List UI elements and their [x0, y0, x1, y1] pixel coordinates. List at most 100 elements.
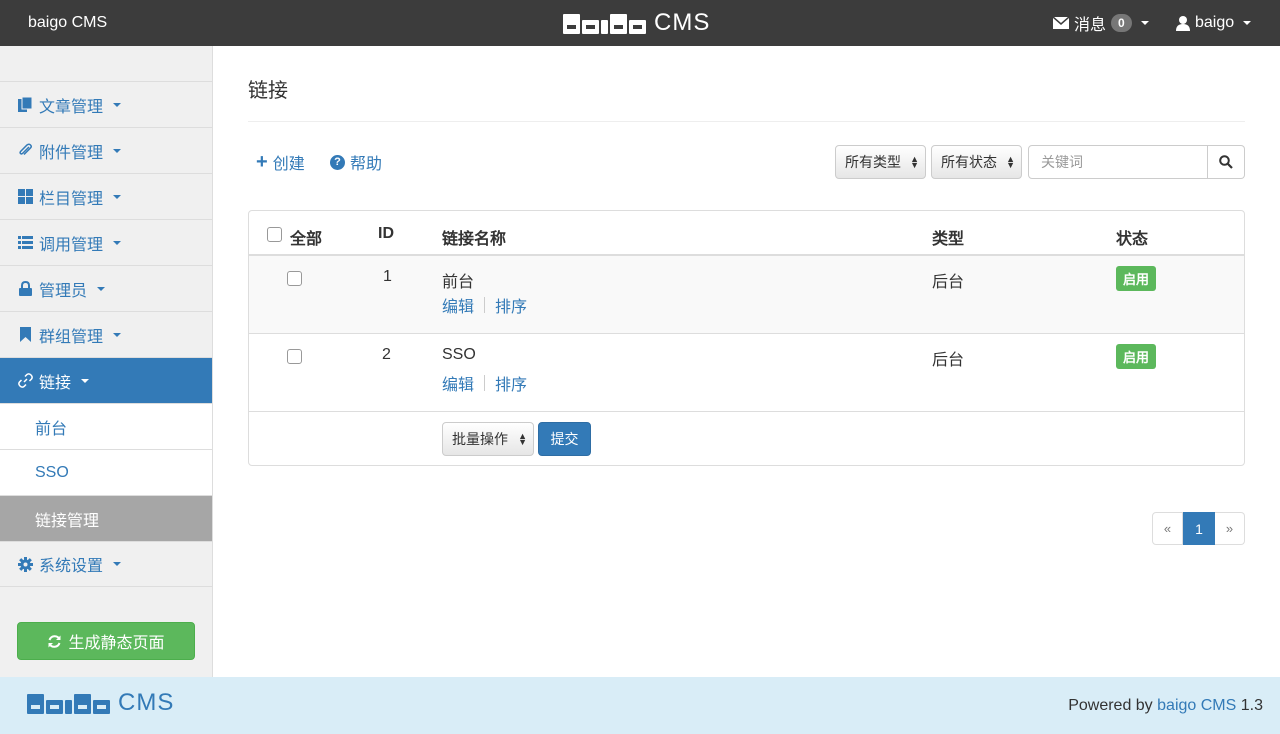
pagination-page[interactable]: 1	[1183, 512, 1215, 545]
table-row: 1 前台 编辑 排序 后台 启用	[249, 256, 1244, 334]
select-arrows-icon: ▲ ▼	[1006, 154, 1015, 170]
links-table: 全部 ID 链接名称 类型 状态 1 前台 编辑 排序 后台 启用 2 SSO …	[248, 210, 1245, 466]
sidebar-item-label: 调用管理	[39, 236, 104, 254]
sidebar-item-label: 群组管理	[39, 328, 104, 346]
status-filter-value: 所有状态	[941, 154, 997, 170]
document-icon	[17, 97, 33, 113]
sidebar-item-label: 附件管理	[39, 144, 104, 162]
sidebar-item-articles[interactable]: 文章管理	[0, 81, 212, 127]
pagination: « 1 »	[1152, 512, 1245, 545]
row-checkbox[interactable]	[287, 271, 302, 291]
sidebar-item-label: 管理员	[39, 282, 88, 300]
page-title: 链接	[248, 80, 288, 102]
status-badge: 启用	[1116, 344, 1157, 369]
row-actions: 编辑 排序	[442, 371, 527, 395]
submit-button[interactable]: 提交	[538, 422, 591, 456]
envelope-icon	[1053, 17, 1069, 29]
user-label: baigo	[1195, 14, 1235, 31]
baigo-logo-mark	[563, 12, 646, 34]
row-name: 前台	[442, 274, 475, 291]
select-arrows-icon: ▲ ▼	[518, 431, 527, 447]
generate-static-pages-button[interactable]: 生成静态页面	[17, 622, 195, 660]
powered-prefix: Powered by	[1068, 697, 1153, 714]
sidebar-item-categories[interactable]: 栏目管理	[0, 173, 212, 219]
baigo-logo-mark	[27, 692, 110, 714]
search-button[interactable]	[1208, 145, 1245, 179]
header-all: 全部	[290, 231, 323, 248]
chevron-down-icon	[113, 102, 122, 107]
row-id: 2	[382, 346, 391, 363]
sidebar-item-label: 系统设置	[39, 558, 104, 575]
create-label: 创建	[272, 156, 305, 173]
sidebar-item-label: 链接	[39, 374, 72, 392]
row-actions: 编辑 排序	[442, 293, 527, 317]
help-button[interactable]: ? 帮助	[330, 150, 382, 174]
version-text: 1.3	[1240, 697, 1263, 714]
chevron-down-icon	[97, 286, 106, 291]
messages-label: 消息	[1074, 17, 1107, 34]
type-filter-select[interactable]: 所有类型 ▲ ▼	[835, 145, 926, 179]
logo-cms-text: CMS	[654, 9, 711, 36]
edit-link[interactable]: 编辑	[442, 371, 474, 395]
action-divider	[484, 375, 486, 391]
powered-link[interactable]: baigo CMS	[1157, 697, 1236, 714]
sidebar-subitem-link-management[interactable]: 链接管理	[0, 495, 212, 541]
link-icon	[17, 373, 33, 389]
sort-link[interactable]: 排序	[495, 293, 527, 317]
create-button[interactable]: + 创建	[256, 150, 305, 174]
center-logo: CMS	[563, 8, 710, 38]
bookmark-icon	[17, 327, 33, 343]
sidebar-nav: 文章管理 附件管理 栏目管理 调用管理 管理员 群组管理 链接 前台 SSO 链…	[0, 81, 212, 587]
row-checkbox[interactable]	[287, 349, 302, 369]
chevron-down-icon	[81, 378, 90, 383]
user-dropdown[interactable]: baigo	[1176, 0, 1252, 46]
sidebar-item-settings[interactable]: 系统设置	[0, 541, 212, 587]
sidebar-item-groups[interactable]: 群组管理	[0, 311, 212, 357]
sidebar-item-calls[interactable]: 调用管理	[0, 219, 212, 265]
header-status: 状态	[1116, 231, 1149, 248]
generate-button-label: 生成静态页面	[68, 635, 165, 652]
messages-dropdown[interactable]: 消息 0	[1053, 0, 1149, 46]
sidebar-item-label: 栏目管理	[39, 190, 104, 208]
chevron-down-icon	[113, 562, 122, 566]
type-filter-value: 所有类型	[845, 154, 901, 170]
select-all-checkbox[interactable]	[267, 227, 282, 247]
batch-action-select[interactable]: 批量操作 ▲ ▼	[442, 422, 534, 456]
pagination-next[interactable]: »	[1215, 512, 1245, 545]
sidebar-item-attachments[interactable]: 附件管理	[0, 127, 212, 173]
chevron-down-icon	[113, 240, 122, 245]
table-header: 全部 ID 链接名称 类型 状态	[249, 211, 1244, 256]
search-input[interactable]: 关键词	[1028, 145, 1208, 179]
action-divider	[484, 297, 486, 313]
footer-logo: CMS	[27, 689, 174, 717]
sidebar-subitem-sso[interactable]: SSO	[0, 449, 212, 495]
list-icon	[17, 235, 33, 251]
lock-icon	[17, 281, 33, 297]
batch-action-value: 批量操作	[452, 431, 508, 447]
row-id: 1	[383, 268, 392, 285]
sidebar-subitem-frontend[interactable]: 前台	[0, 403, 212, 449]
status-filter-select[interactable]: 所有状态 ▲ ▼	[931, 145, 1022, 179]
search-group: 关键词	[1028, 145, 1245, 179]
footer: CMS Powered by baigo CMS 1.3	[0, 677, 1280, 734]
brand-link[interactable]: baigo CMS	[28, 0, 107, 46]
sidebar-item-links[interactable]: 链接	[0, 357, 212, 403]
edit-link[interactable]: 编辑	[442, 293, 474, 317]
row-name: SSO	[442, 346, 476, 363]
table-row: 2 SSO 编辑 排序 后台 启用	[249, 334, 1244, 412]
search-icon	[1219, 155, 1233, 169]
top-navbar: baigo CMS CMS 消息 0 baigo	[0, 0, 1280, 46]
select-arrows-icon: ▲ ▼	[910, 154, 919, 170]
pagination-prev[interactable]: «	[1152, 512, 1183, 545]
sort-link[interactable]: 排序	[495, 371, 527, 395]
footer-logo-cms-text: CMS	[118, 689, 175, 716]
row-type: 后台	[932, 274, 965, 291]
refresh-icon	[48, 634, 61, 648]
sidebar: 文章管理 附件管理 栏目管理 调用管理 管理员 群组管理 链接 前台 SSO 链…	[0, 46, 213, 677]
question-icon: ?	[330, 154, 345, 170]
messages-count-badge: 0	[1111, 14, 1132, 32]
sidebar-item-admins[interactable]: 管理员	[0, 265, 212, 311]
chevron-down-icon	[1243, 21, 1252, 25]
help-label: 帮助	[350, 156, 383, 173]
status-badge: 启用	[1116, 266, 1157, 291]
